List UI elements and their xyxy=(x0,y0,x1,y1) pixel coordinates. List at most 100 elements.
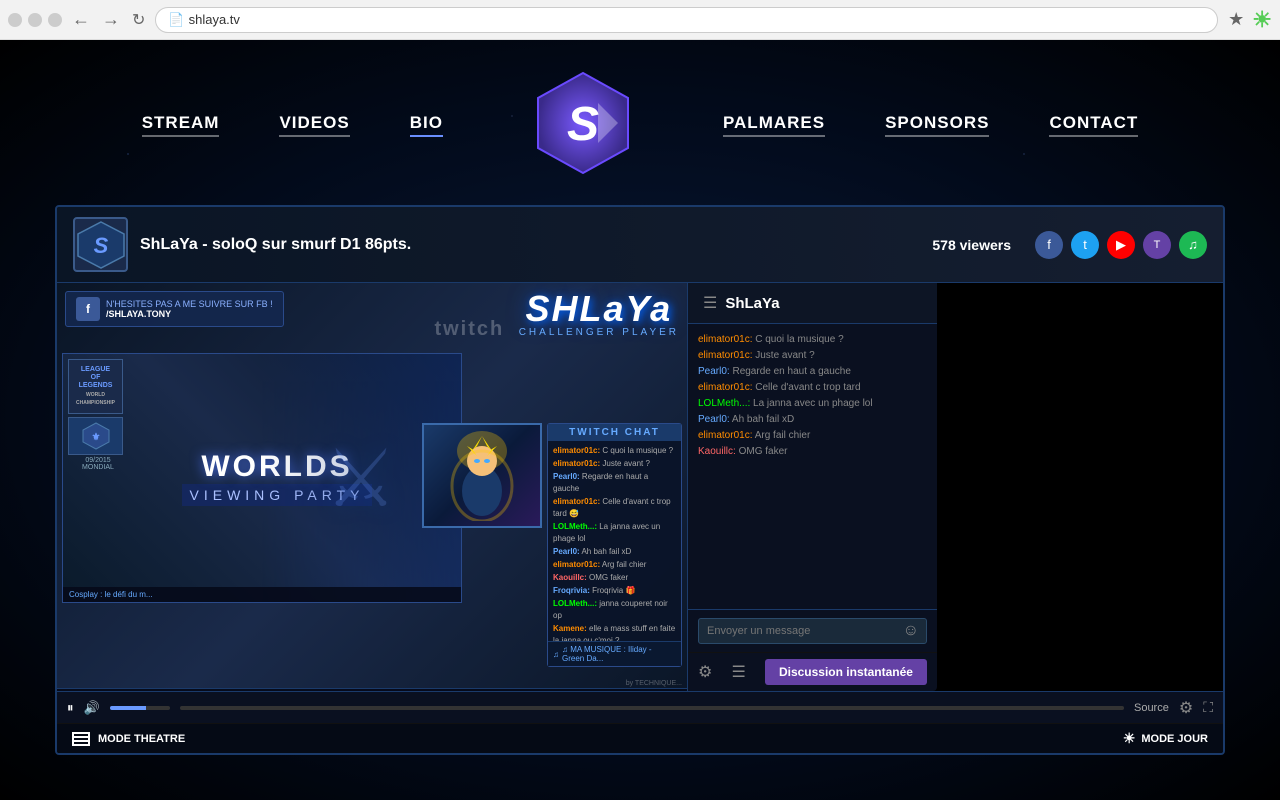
lol-logo-box: LEAGUEOFLEGENDSWORLD CHAMPIONSHIP xyxy=(68,359,123,414)
stream-header: S ShLaYa - soloQ sur smurf D1 86pts. 578… xyxy=(57,207,1223,283)
chat-input[interactable] xyxy=(698,618,927,644)
chat-sidebar: ☰ ShLaYa elimator01c: C quoi la musique … xyxy=(687,283,937,691)
shlaya-branding: SHLaYa CHALLENGER PLAYER xyxy=(519,291,679,338)
sidebar-msg-7: elimator01c: Arg fail chier xyxy=(698,428,927,444)
source-label[interactable]: Source xyxy=(1134,702,1169,714)
main-nav: STREAM VIDEOS BIO S PA xyxy=(0,40,1280,205)
stream-channel-logo: S xyxy=(73,217,128,272)
player-attribution: by TECHNIQUE... xyxy=(626,680,682,687)
nav-stream[interactable]: STREAM xyxy=(142,113,220,133)
browser-close-btn[interactable] xyxy=(8,13,22,27)
chat-message-3: Pearl0: Regarde en haut a gauche xyxy=(553,471,676,495)
page-icon: 📄 xyxy=(168,12,184,28)
emoji-button[interactable]: ☺ xyxy=(903,622,919,640)
back-button[interactable]: ← xyxy=(72,9,90,30)
sidebar-msg-5: LOLMeth...: La janna avec un phage lol xyxy=(698,396,927,412)
theatre-mode-left: MODE THEATRE xyxy=(72,732,185,746)
chat-message-7: elimator01c: Arg fail chier xyxy=(553,559,676,571)
extension-icon[interactable]: ☀ xyxy=(1252,7,1272,33)
twitch-stream-area[interactable]: f N'HESITES PAS A ME SUIVRE SUR FB ! /SH… xyxy=(57,283,687,691)
sidebar-msg-3: Pearl0: Regarde en haut a gauche xyxy=(698,364,927,380)
twitch-chat-panel: TWITCH CHAT elimator01c: C quoi la musiq… xyxy=(547,423,682,667)
challenger-text: CHALLENGER PLAYER xyxy=(519,327,679,338)
svg-text:S: S xyxy=(567,98,599,151)
chat-message-10: LOLMeth...: janna couperet noir op xyxy=(553,598,676,622)
chat-message-5: LOLMeth...: La janna avec un phage lol xyxy=(553,521,676,545)
logo-svg: S xyxy=(528,68,638,178)
mute-button[interactable]: 🔊 xyxy=(84,700,100,716)
theatre-bar: MODE THEATRE ☀ MODE JOUR xyxy=(57,723,1223,753)
url-text: shlaya.tv xyxy=(189,12,240,27)
day-mode-label[interactable]: MODE JOUR xyxy=(1141,733,1208,745)
stream-top-bar: f N'HESITES PAS A ME SUIVRE SUR FB ! /SH… xyxy=(57,283,687,349)
game-screenshot: LEAGUEOFLEGENDSWORLD CHAMPIONSHIP ⚜ 09/2… xyxy=(62,353,462,603)
chat-sidebar-body: elimator01c: C quoi la musique ? elimato… xyxy=(688,324,937,609)
music-icon: ♫ xyxy=(553,650,559,659)
youtube-icon[interactable]: ▶ xyxy=(1107,231,1135,259)
sidebar-msg-8: Kaouillc: OMG faker xyxy=(698,444,927,460)
twitter-icon[interactable]: t xyxy=(1071,231,1099,259)
sidebar-msg-2: elimator01c: Juste avant ? xyxy=(698,348,927,364)
nav-bio[interactable]: BIO xyxy=(410,113,443,133)
game-bottom-bar: Cosplay : le défi du m... xyxy=(63,587,461,602)
stream-viewers: 578 viewers xyxy=(932,237,1011,253)
stream-branding: twitch SHLaYa CHALLENGER PLAYER xyxy=(434,291,679,341)
chat-message-8: Kaouillc: OMG faker xyxy=(553,572,676,584)
nav-videos[interactable]: VIDEOS xyxy=(279,113,349,133)
browser-right-controls: ★ ☀ xyxy=(1228,7,1272,33)
refresh-button[interactable]: ↻ xyxy=(132,10,145,30)
chat-menu-icon[interactable]: ☰ xyxy=(703,293,717,313)
discussion-button[interactable]: Discussion instantanée xyxy=(765,659,927,685)
sidebar-msg-4: elimator01c: Celle d'avant c trop tard xyxy=(698,380,927,396)
theatre-icon xyxy=(72,732,90,746)
video-controls: ⏸ 🔊 Source ⚙ ⛶ xyxy=(57,691,1223,723)
chat-footer: ⚙ ☰ Discussion instantanée xyxy=(688,652,937,691)
fullscreen-icon[interactable]: ⛶ xyxy=(1203,699,1213,716)
stream-title: ShLaYa - soloQ sur smurf D1 86pts. xyxy=(140,236,920,254)
sidebar-msg-6: Pearl0: Ah bah fail xD xyxy=(698,412,927,428)
stream-body: f N'HESITES PAS A ME SUIVRE SUR FB ! /SH… xyxy=(57,283,1223,691)
chat-messages-area: elimator01c: C quoi la musique ? elimato… xyxy=(548,441,681,641)
chat-message-11: Kamene: elle a mass stuff en faite la ja… xyxy=(553,623,676,641)
play-pause-button[interactable]: ⏸ xyxy=(67,700,74,716)
chat-input-area: ☺ xyxy=(688,609,937,652)
progress-bar[interactable] xyxy=(180,706,1124,710)
nav-sponsors[interactable]: SPONSORS xyxy=(885,113,989,133)
volume-slider[interactable] xyxy=(110,706,170,710)
twitch-icon[interactable]: T xyxy=(1143,231,1171,259)
nav-palmares[interactable]: PALMARES xyxy=(723,113,825,133)
nav-contact[interactable]: CONTACT xyxy=(1049,113,1138,133)
browser-chrome: ← → ↻ 📄 shlaya.tv ★ ☀ xyxy=(0,0,1280,40)
sun-icon: ☀ xyxy=(1123,730,1136,747)
fb-small-icon: f xyxy=(76,297,100,321)
chat-sidebar-header: ☰ ShLaYa xyxy=(688,283,937,324)
anime-area xyxy=(422,423,542,528)
theatre-mode-right: ☀ MODE JOUR xyxy=(1123,730,1208,747)
bottom-ticker: ⊙ REPUBLIC OF GAMERS TOP DONATOR ⚡ Dc.V0… xyxy=(57,688,687,691)
sidebar-msg-1: elimator01c: C quoi la musique ? xyxy=(698,332,927,348)
chat-list-icon[interactable]: ☰ xyxy=(731,662,745,682)
chat-input-wrapper: ☺ xyxy=(698,618,927,644)
spotify-icon[interactable]: ♫ xyxy=(1179,231,1207,259)
music-ticker: ♫ ♫ MA MUSIQUE : Iliday - Green Da... xyxy=(548,641,681,666)
bookmark-icon[interactable]: ★ xyxy=(1228,9,1244,30)
sidebar-chat-messages: elimator01c: C quoi la musique ? elimato… xyxy=(698,332,927,460)
social-icons: f t ▶ T ♫ xyxy=(1035,231,1207,259)
svg-text:⚜: ⚜ xyxy=(91,432,100,443)
address-bar[interactable]: 📄 shlaya.tv xyxy=(155,7,1218,33)
chat-settings-icon[interactable]: ⚙ xyxy=(698,662,712,682)
lol-date: 09/2015MONDIAL xyxy=(68,457,128,471)
lol-logo: LEAGUEOFLEGENDSWORLD CHAMPIONSHIP ⚜ 09/2… xyxy=(68,359,128,471)
music-text: ♫ MA MUSIQUE : Iliday - Green Da... xyxy=(562,645,676,663)
facebook-icon[interactable]: f xyxy=(1035,231,1063,259)
settings-icon[interactable]: ⚙ xyxy=(1179,698,1193,718)
theatre-mode-label[interactable]: MODE THEATRE xyxy=(98,733,185,745)
browser-window-controls xyxy=(8,13,62,27)
svg-text:S: S xyxy=(93,233,108,258)
website-container: STREAM VIDEOS BIO S PA xyxy=(0,40,1280,800)
anime-char-svg xyxy=(442,431,522,521)
forward-button[interactable]: → xyxy=(102,9,120,30)
browser-minimize-btn[interactable] xyxy=(28,13,42,27)
browser-maximize-btn[interactable] xyxy=(48,13,62,27)
chat-message-9: Froqrivia: Froqrivia 🎁 xyxy=(553,585,676,597)
